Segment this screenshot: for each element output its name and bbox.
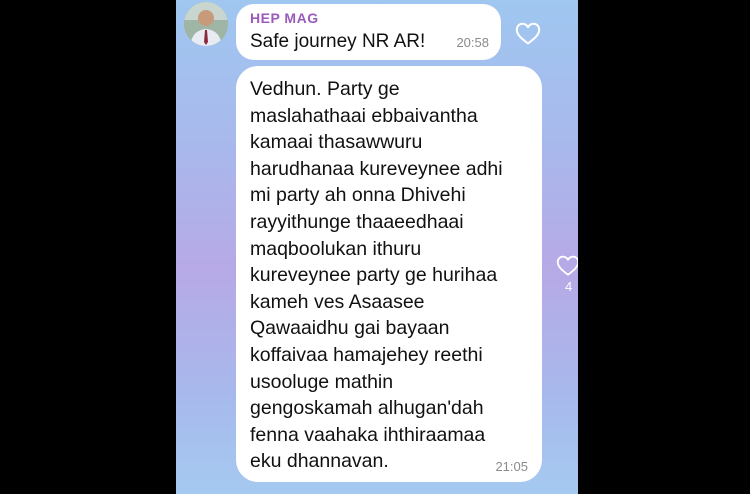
heart-outline-icon[interactable] bbox=[556, 255, 578, 277]
message-time: 21:05 bbox=[495, 459, 528, 474]
message-bubble[interactable]: HEP MAG Safe journey NR AR! 20:58 bbox=[236, 4, 501, 60]
sender-name[interactable]: HEP MAG bbox=[250, 10, 319, 26]
like-count: 4 bbox=[565, 279, 573, 294]
chat-screen: HEP MAG Safe journey NR AR! 20:58 Vedhun… bbox=[176, 0, 578, 494]
message-text: Vedhun. Party ge maslahathaai ebbaivanth… bbox=[250, 78, 503, 473]
avatar-photo bbox=[184, 2, 228, 46]
message-time: 20:58 bbox=[456, 35, 489, 50]
sender-avatar[interactable] bbox=[184, 2, 228, 46]
heart-outline-icon[interactable] bbox=[515, 22, 541, 46]
message-bubble[interactable]: Vedhun. Party ge maslahathaai ebbaivanth… bbox=[236, 66, 542, 482]
message-text: Safe journey NR AR! bbox=[250, 31, 426, 52]
